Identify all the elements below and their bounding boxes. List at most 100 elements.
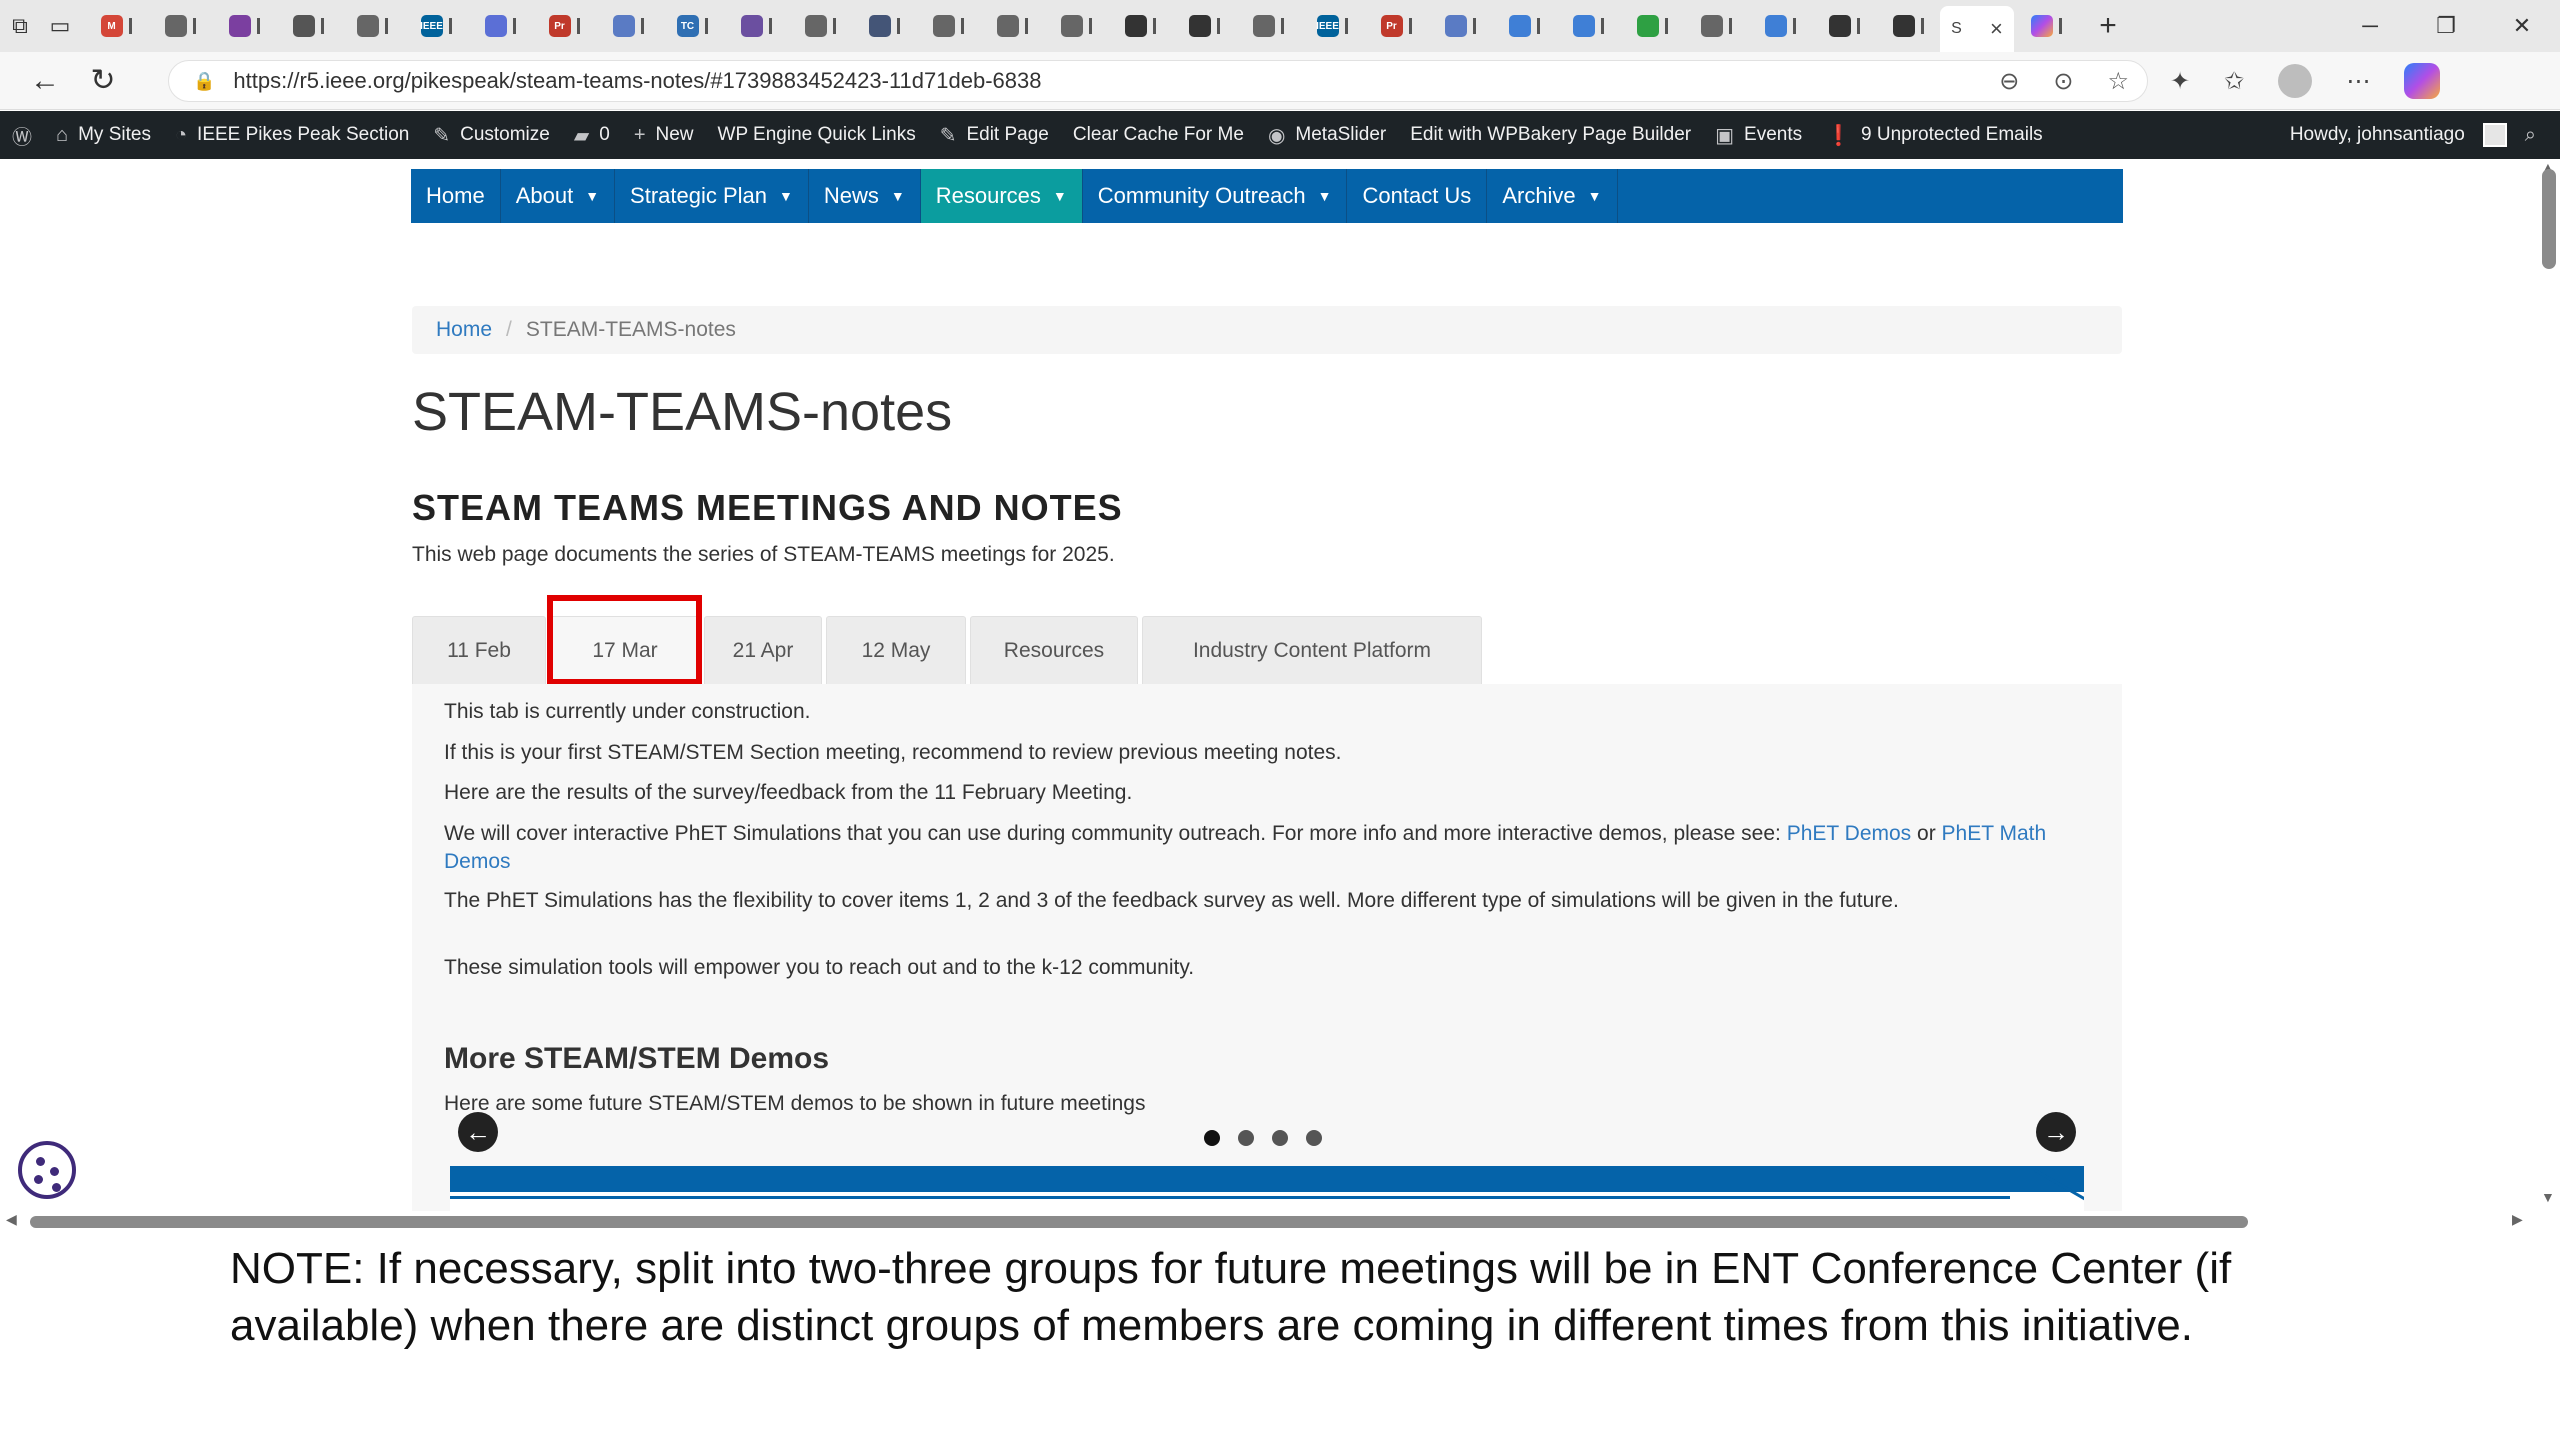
- browser-tab[interactable]: [724, 6, 788, 46]
- nav-item-strategic-plan[interactable]: Strategic Plan ▼: [615, 169, 809, 223]
- tab-actions-icon[interactable]: ▭: [40, 6, 80, 46]
- active-browser-tab[interactable]: S ×: [1940, 6, 2014, 52]
- admin-clear-cache[interactable]: Clear Cache For Me: [1073, 124, 1244, 146]
- browser-tab[interactable]: [1684, 6, 1748, 46]
- nav-item-news[interactable]: News ▼: [809, 169, 921, 223]
- carousel-dot[interactable]: [1306, 1130, 1322, 1146]
- nav-item-archive[interactable]: Archive ▼: [1487, 169, 1618, 223]
- carousel-dot[interactable]: [1238, 1130, 1254, 1146]
- admin-comments[interactable]: ▰ 0: [574, 123, 610, 148]
- restore-icon[interactable]: ❐: [2408, 0, 2484, 52]
- address-bar[interactable]: 🔒 https://r5.ieee.org/pikespeak/steam-te…: [168, 60, 2148, 102]
- nav-item-resources[interactable]: Resources ▼: [920, 169, 1083, 223]
- browser-tab[interactable]: [148, 6, 212, 46]
- scroll-down-icon[interactable]: ▼: [2541, 1189, 2555, 1205]
- more-menu-icon[interactable]: ⋯: [2346, 67, 2370, 96]
- minimize-icon[interactable]: ─: [2332, 0, 2408, 52]
- tab-21-apr[interactable]: 21 Apr: [704, 616, 822, 684]
- admin-my-sites[interactable]: ⌂ My Sites: [56, 124, 151, 147]
- close-tab-icon[interactable]: ×: [1990, 16, 2003, 42]
- browser-tab[interactable]: [212, 6, 276, 46]
- browser-tab[interactable]: [1876, 6, 1940, 46]
- profile-avatar[interactable]: [2278, 64, 2313, 98]
- workspaces-icon[interactable]: ⧉: [0, 6, 40, 46]
- favicon-icon: [1892, 15, 1915, 37]
- phet-demos-link[interactable]: PhET Demos: [1787, 822, 1912, 845]
- admin-site-name[interactable]: ◔ IEEE Pikes Peak Section: [175, 124, 409, 147]
- nav-item-label: Resources: [935, 183, 1041, 208]
- tab-separator: [1152, 18, 1156, 34]
- browser-tab[interactable]: [2014, 6, 2078, 46]
- browser-tab[interactable]: [468, 6, 532, 46]
- browser-tab[interactable]: [788, 6, 852, 46]
- extensions-icon[interactable]: ✦: [2170, 67, 2190, 96]
- close-window-icon[interactable]: ✕: [2484, 0, 2560, 52]
- browser-tab[interactable]: IEEE: [1300, 6, 1364, 46]
- lock-icon[interactable]: 🔒: [193, 71, 215, 92]
- vertical-scroll-thumb[interactable]: [2542, 169, 2556, 269]
- admin-new[interactable]: + New: [634, 124, 694, 147]
- browser-tab[interactable]: IEEE: [404, 6, 468, 46]
- browser-tab[interactable]: [852, 6, 916, 46]
- tab-11-feb[interactable]: 11 Feb: [412, 616, 546, 684]
- browser-tab[interactable]: [596, 6, 660, 46]
- cookie-settings-icon[interactable]: [18, 1141, 76, 1199]
- admin-unprotected-emails[interactable]: ❗ 9 Unprotected Emails: [1826, 123, 2043, 148]
- copilot-icon[interactable]: [2404, 63, 2441, 99]
- tab-12-may[interactable]: 12 May: [826, 616, 966, 684]
- admin-wpbakery[interactable]: Edit with WPBakery Page Builder: [1410, 124, 1691, 146]
- admin-customize[interactable]: ✎ Customize: [433, 123, 550, 148]
- browser-tab[interactable]: TC: [660, 6, 724, 46]
- horizontal-scroll-thumb[interactable]: [30, 1216, 2248, 1228]
- nav-item-about[interactable]: About ▼: [501, 169, 616, 223]
- browser-tab[interactable]: [1172, 6, 1236, 46]
- search-icon[interactable]: ⌕: [2525, 124, 2536, 147]
- nav-item-community-outreach[interactable]: Community Outreach ▼: [1083, 169, 1348, 223]
- vertical-scrollbar[interactable]: ▲ ▼: [2538, 159, 2560, 1217]
- carousel-dot[interactable]: [1204, 1130, 1220, 1146]
- scroll-right-icon[interactable]: ▶: [2512, 1211, 2523, 1228]
- browser-tab[interactable]: [1108, 6, 1172, 46]
- scroll-left-icon[interactable]: ◀: [6, 1211, 17, 1228]
- browser-tab[interactable]: [1236, 6, 1300, 46]
- browser-tab[interactable]: [1044, 6, 1108, 46]
- browser-tab[interactable]: [1748, 6, 1812, 46]
- browser-tab[interactable]: [1492, 6, 1556, 46]
- avatar[interactable]: [2482, 123, 2507, 147]
- browser-tab[interactable]: [1556, 6, 1620, 46]
- carousel-prev-arrow-icon[interactable]: ←: [458, 1112, 498, 1152]
- admin-edit-page[interactable]: ✎ Edit Page: [940, 123, 1049, 148]
- browser-tab[interactable]: [276, 6, 340, 46]
- nav-item-home[interactable]: Home: [411, 169, 501, 223]
- favorites-icon[interactable]: ✩: [2224, 67, 2244, 96]
- wordpress-logo-icon[interactable]: Ⓦ: [12, 121, 32, 150]
- browser-tab[interactable]: [1428, 6, 1492, 46]
- tab-resources[interactable]: Resources: [970, 616, 1138, 684]
- browser-tab[interactable]: Pr: [532, 6, 596, 46]
- reading-icon[interactable]: ⊙: [2053, 67, 2073, 96]
- browser-tab[interactable]: [340, 6, 404, 46]
- new-tab-button[interactable]: +: [2088, 9, 2128, 43]
- browser-tab[interactable]: Pr: [1364, 6, 1428, 46]
- reload-icon[interactable]: ↻: [74, 56, 132, 106]
- horizontal-scrollbar[interactable]: ◀ ▶: [0, 1211, 2560, 1233]
- browser-tab[interactable]: M: [84, 6, 148, 46]
- zoom-icon[interactable]: ⊖: [1999, 67, 2019, 96]
- browser-tab[interactable]: [980, 6, 1044, 46]
- nav-item-contact-us[interactable]: Contact Us: [1347, 169, 1488, 223]
- admin-howdy[interactable]: Howdy, johnsantiago: [2290, 124, 2465, 146]
- back-icon[interactable]: ←: [16, 56, 74, 106]
- browser-tab[interactable]: [916, 6, 980, 46]
- url-text[interactable]: https://r5.ieee.org/pikespeak/steam-team…: [233, 68, 1041, 94]
- favicon-icon: Pr: [548, 15, 571, 37]
- browser-tab[interactable]: [1812, 6, 1876, 46]
- admin-events[interactable]: ▣ Events: [1715, 123, 1802, 148]
- carousel-next-arrow-icon[interactable]: →: [2036, 1112, 2076, 1152]
- breadcrumb-home-link[interactable]: Home: [436, 318, 492, 342]
- browser-tab[interactable]: [1620, 6, 1684, 46]
- favorite-star-icon[interactable]: ☆: [2107, 67, 2129, 96]
- tab-industry-content-platform[interactable]: Industry Content Platform: [1142, 616, 1482, 684]
- carousel-dot[interactable]: [1272, 1130, 1288, 1146]
- admin-metaslider[interactable]: ◉ MetaSlider: [1268, 123, 1386, 148]
- admin-wp-engine[interactable]: WP Engine Quick Links: [718, 124, 916, 146]
